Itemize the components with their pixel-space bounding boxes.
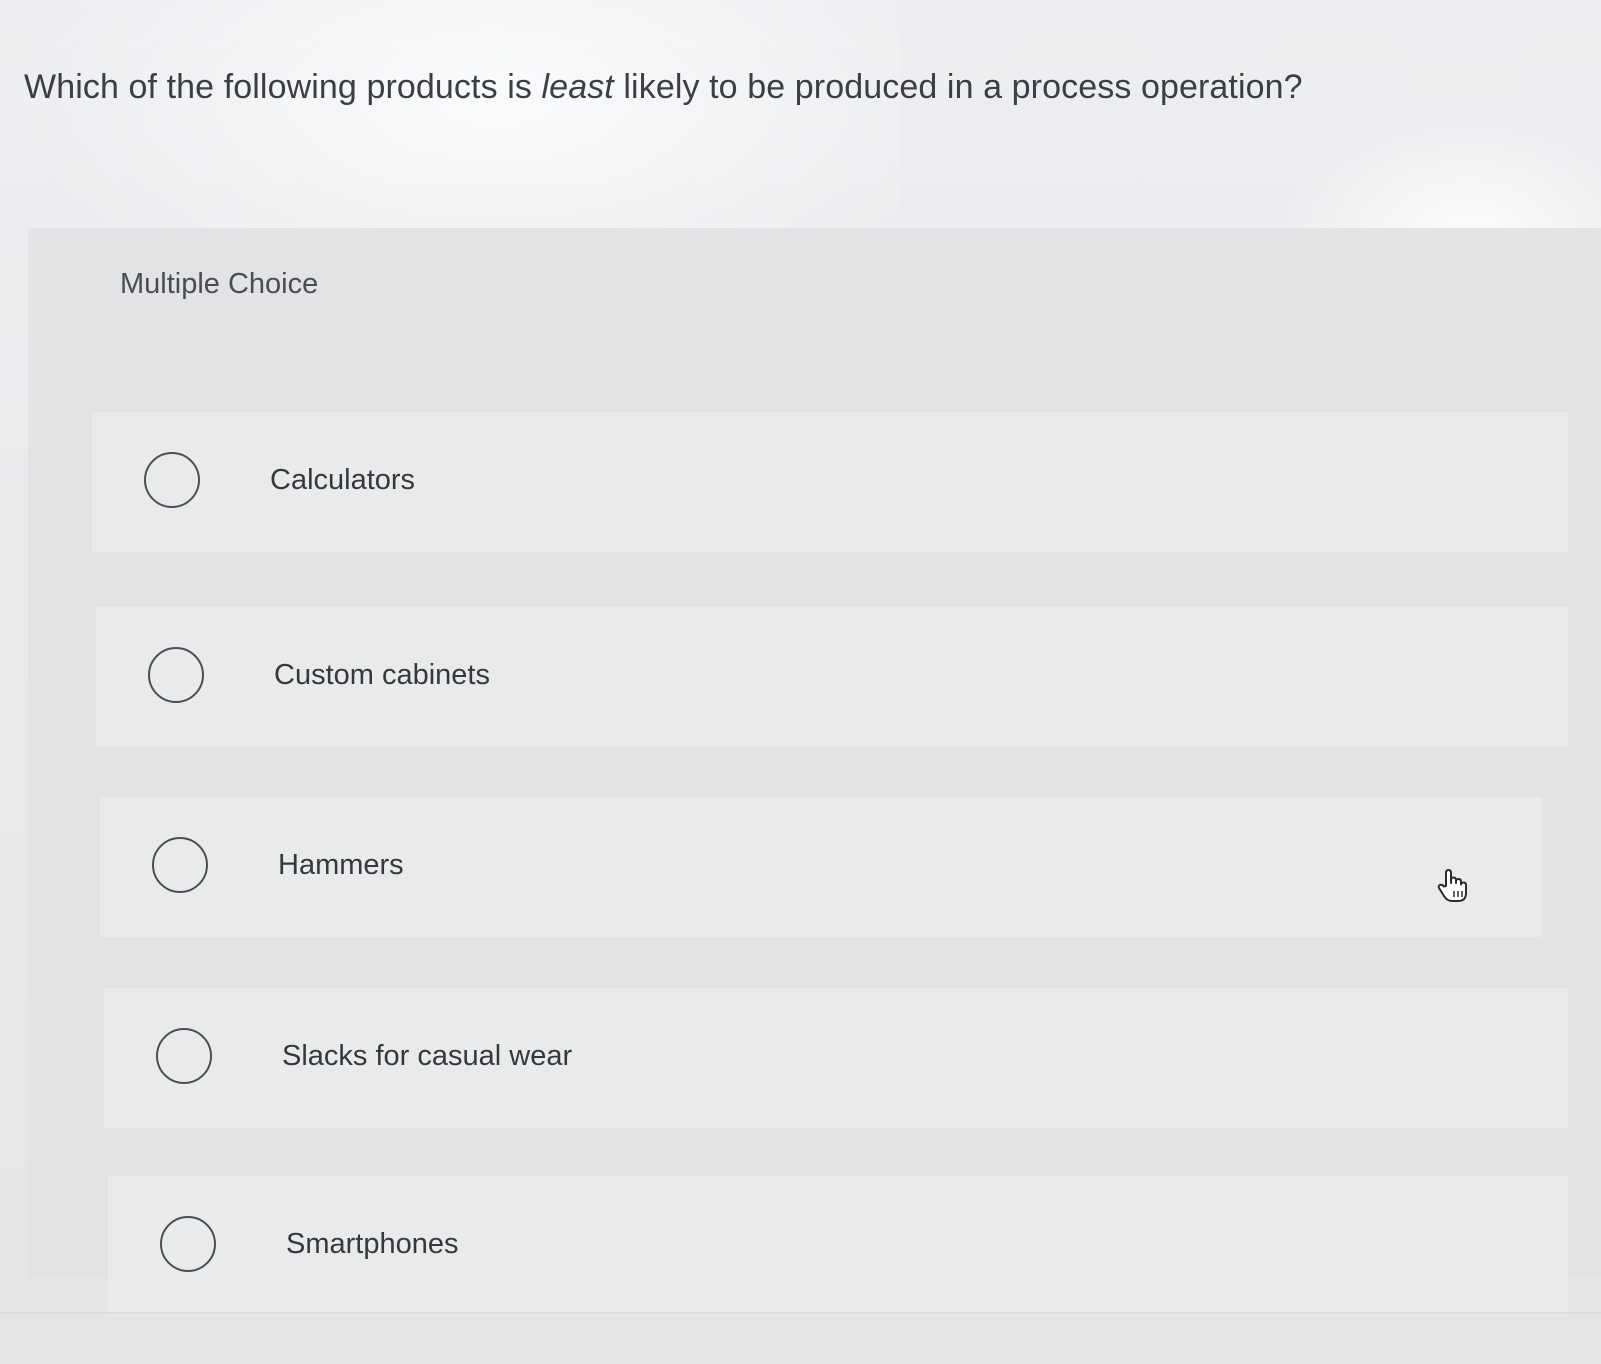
radio-button[interactable] xyxy=(160,1216,216,1272)
option-label: Custom cabinets xyxy=(274,659,490,691)
radio-button[interactable] xyxy=(152,837,208,893)
radio-button[interactable] xyxy=(144,452,200,508)
question-text: Which of the following products is least… xyxy=(24,68,1303,107)
option-label: Slacks for casual wear xyxy=(282,1040,573,1072)
divider xyxy=(0,1312,1601,1314)
question-text-before: Which of the following products is xyxy=(24,68,542,106)
option-label: Smartphones xyxy=(286,1228,459,1260)
radio-button[interactable] xyxy=(156,1028,212,1084)
pointer-hand-icon xyxy=(1437,869,1467,902)
multiple-choice-label: Multiple Choice xyxy=(120,268,319,300)
option-custom-cabinets[interactable]: Custom cabinets xyxy=(96,607,1568,747)
radio-button[interactable] xyxy=(148,647,204,703)
option-slacks-for-casual-wear[interactable]: Slacks for casual wear xyxy=(104,988,1568,1128)
option-calculators[interactable]: Calculators xyxy=(92,412,1568,552)
option-smartphones[interactable]: Smartphones xyxy=(108,1176,1568,1316)
option-label: Calculators xyxy=(270,464,416,496)
option-hammers[interactable]: Hammers xyxy=(100,797,1542,937)
option-label: Hammers xyxy=(278,849,404,881)
question-text-after: likely to be produced in a process opera… xyxy=(613,68,1303,106)
question-emphasis: least xyxy=(541,68,614,106)
